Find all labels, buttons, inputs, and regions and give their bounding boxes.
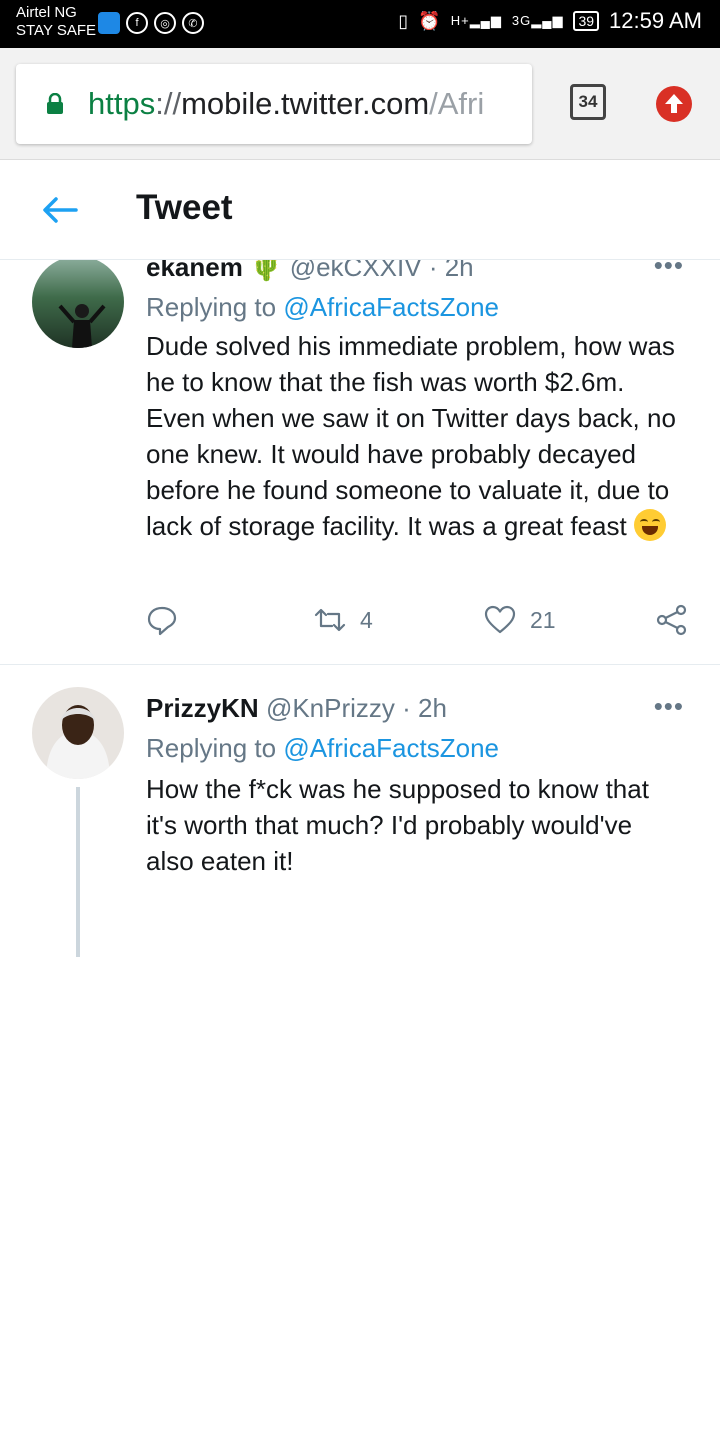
user-handle[interactable]: @ekCXXIV bbox=[290, 260, 422, 282]
share-icon bbox=[656, 604, 687, 636]
page-title: Tweet bbox=[136, 188, 233, 227]
retweet-icon bbox=[314, 608, 346, 632]
tweet-feed[interactable]: ekanem 🌵 @ekCXXIV · 2h ••• Replying to @… bbox=[0, 260, 720, 1258]
replying-to: Replying to @AfricaFactsZone bbox=[146, 733, 499, 763]
tweet-header: PrizzyKN @KnPrizzy · 2h bbox=[146, 693, 447, 724]
mention-link[interactable]: @AfricaFactsZone bbox=[283, 733, 499, 763]
more-options-icon[interactable]: ••• bbox=[654, 691, 684, 722]
signal-icon-1: H+▂▄▆ bbox=[450, 13, 502, 28]
user-handle[interactable]: @KnPrizzy bbox=[266, 693, 395, 723]
status-right: ▯ ⏰ H+▂▄▆ 3G▂▄▆ 39 12:59 AM bbox=[398, 8, 702, 34]
page-header: Tweet bbox=[0, 160, 720, 260]
carrier-subtext: STAY SAFE bbox=[16, 22, 97, 39]
carrier-name: Airtel NG bbox=[16, 4, 77, 21]
facebook-icon: f bbox=[126, 12, 148, 34]
tweet[interactable]: ekanem 🌵 @ekCXXIV · 2h ••• Replying to @… bbox=[0, 260, 720, 664]
tweet-actions-placeholder bbox=[146, 1155, 686, 1195]
tweet-text: How the f*ck was he supposed to know tha… bbox=[146, 774, 649, 876]
share-button[interactable] bbox=[656, 604, 688, 636]
tweet-time: · 2h bbox=[428, 260, 474, 282]
thread-line bbox=[76, 787, 80, 957]
clock: 12:59 AM bbox=[609, 8, 702, 33]
tweet-time: · 2h bbox=[402, 693, 447, 723]
like-button[interactable]: 21 bbox=[484, 604, 556, 636]
status-bar: Airtel NG STAY SAFE f ◎ ✆ ▯ ⏰ H+▂▄▆ 3G▂▄… bbox=[0, 0, 720, 48]
battery-indicator: 39 bbox=[573, 11, 600, 31]
reply-icon bbox=[147, 606, 177, 636]
cactus-icon: 🌵 bbox=[250, 260, 283, 282]
user-name[interactable]: ekanem bbox=[146, 260, 243, 282]
reply-button[interactable] bbox=[146, 604, 192, 636]
tweet-actions: 4 21 bbox=[146, 604, 688, 644]
tweet-header: ekanem 🌵 @ekCXXIV · 2h bbox=[146, 260, 474, 283]
heart-icon bbox=[484, 605, 516, 634]
back-arrow-icon[interactable] bbox=[40, 192, 80, 228]
upload-icon[interactable] bbox=[656, 86, 692, 122]
laughing-emoji-icon bbox=[633, 509, 666, 541]
alarm-icon: ⏰ bbox=[418, 10, 441, 31]
retweet-button[interactable]: 4 bbox=[314, 604, 373, 636]
mention-link[interactable]: @AfricaFactsZone bbox=[283, 292, 499, 322]
chrome-icon: ◎ bbox=[154, 12, 176, 34]
browser-toolbar: https://mobile.twitter.com/Afri 34 bbox=[0, 48, 720, 160]
retweet-count: 4 bbox=[360, 606, 373, 633]
avatar[interactable] bbox=[32, 260, 124, 348]
whatsapp-icon: ✆ bbox=[182, 12, 204, 34]
signal-icon-2: 3G▂▄▆ bbox=[511, 13, 564, 28]
notification-icons: f ◎ ✆ bbox=[98, 12, 204, 34]
tweet-text: Dude solved his immediate problem, how w… bbox=[146, 331, 676, 541]
shield-icon bbox=[98, 12, 120, 34]
tab-switcher-button[interactable]: 34 bbox=[570, 84, 606, 120]
replying-to: Replying to @AfricaFactsZone bbox=[146, 292, 499, 322]
tweet[interactable]: PrizzyKN @KnPrizzy · 2h ••• Replying to … bbox=[0, 665, 720, 957]
lock-icon bbox=[47, 93, 63, 114]
avatar[interactable] bbox=[32, 687, 124, 779]
carrier-info: Airtel NG STAY SAFE bbox=[16, 4, 96, 40]
like-count: 21 bbox=[530, 606, 556, 633]
address-bar[interactable]: https://mobile.twitter.com/Afri bbox=[16, 64, 532, 144]
more-options-icon[interactable]: ••• bbox=[654, 260, 684, 281]
user-name[interactable]: PrizzyKN bbox=[146, 693, 259, 723]
vibrate-icon: ▯ bbox=[398, 10, 409, 31]
url-text[interactable]: https://mobile.twitter.com/Afri bbox=[88, 86, 524, 122]
